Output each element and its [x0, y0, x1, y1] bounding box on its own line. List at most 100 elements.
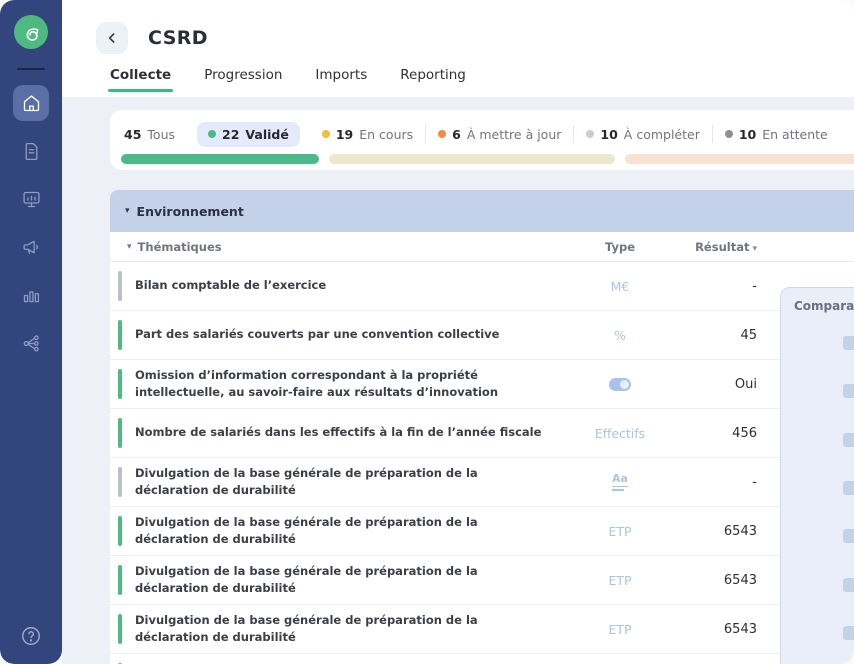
filter-count: 19 [336, 127, 353, 142]
row-title: Nombre de salariés dans les effectifs à … [135, 424, 570, 441]
sidebar [0, 0, 62, 664]
filter-count: 10 [739, 127, 756, 142]
row-type: ETP [570, 524, 670, 539]
aa-underline [612, 489, 624, 491]
status-bar-green [118, 320, 122, 350]
filter-en-cours[interactable]: 19En cours [310, 127, 425, 142]
column-header-resultat[interactable]: Résultat▾ [670, 240, 757, 254]
status-bar-gray [118, 467, 122, 497]
row-result: 6543 [670, 573, 757, 588]
type-label: ETP [608, 524, 631, 539]
placeholder-block [843, 529, 854, 543]
tab-collecte[interactable]: Collecte [110, 67, 171, 92]
filter-en-attente[interactable]: 10En attente [713, 127, 840, 142]
row-result: 45 [670, 328, 757, 343]
tab-imports[interactable]: Imports [315, 67, 367, 92]
filter-label: Tous [147, 127, 175, 142]
row-type: Effectifs [570, 426, 670, 441]
table-header-row: ▾ Thématiques Type Résultat▾ [110, 232, 854, 262]
row-result: 6543 [670, 524, 757, 539]
placeholder-block [843, 481, 854, 495]
column-header-type: Type [570, 240, 670, 254]
progress-segment [625, 154, 854, 164]
tab-progression[interactable]: Progression [204, 67, 282, 92]
table-row[interactable] [110, 654, 854, 664]
statistics-icon [21, 285, 42, 306]
row-title: Omission d’information correspondant à l… [135, 367, 570, 402]
documents-icon [21, 141, 42, 162]
filter-à-mettre-à-jour[interactable]: 6 À mettre à jour [426, 127, 573, 142]
table-row[interactable]: Bilan comptable de l’exerciceM€- [110, 262, 854, 311]
table-row[interactable]: Omission d’information correspondant à l… [110, 360, 854, 409]
back-button[interactable] [96, 22, 128, 54]
type-label: ETP [608, 573, 631, 588]
row-title: Divulgation de la base générale de prépa… [135, 514, 570, 549]
table-row[interactable]: Divulgation de la base générale de prépa… [110, 458, 854, 507]
sort-triangle-icon: ▾ [752, 244, 757, 254]
type-label: % [614, 328, 626, 343]
row-result: - [670, 279, 757, 294]
leaf-spiral-icon [20, 21, 42, 43]
row-result: - [670, 475, 757, 490]
status-bar-green [118, 369, 122, 399]
sidebar-item-dashboard[interactable] [13, 181, 49, 217]
type-label: Effectifs [595, 426, 645, 441]
status-dot [208, 130, 216, 138]
row-type: % [570, 328, 670, 343]
section-environnement[interactable]: ▾ Environnement [110, 190, 854, 232]
filter-à-compléter[interactable]: 10 À compléter [574, 127, 711, 142]
filter-label: À compléter [624, 127, 700, 142]
placeholder-block [843, 384, 854, 398]
tab-reporting[interactable]: Reporting [400, 67, 466, 92]
filter-count: 6 [452, 127, 461, 142]
filter-count: 45 [124, 127, 141, 142]
sidebar-item-home[interactable] [13, 85, 49, 121]
status-dot [438, 130, 446, 138]
row-title: Part des salariés couverts par une conve… [135, 326, 570, 343]
placeholder-block [843, 578, 854, 592]
text-format-icon: Aa [612, 473, 628, 491]
home-icon [21, 93, 42, 114]
app-window: CSRD Collecte Progression Imports Reporting… [0, 0, 854, 664]
placeholder-block [843, 336, 854, 350]
filter-label: Validé [245, 127, 288, 142]
status-bar-green [118, 418, 122, 448]
filter-count: 22 [222, 127, 239, 142]
sidebar-item-documents[interactable] [13, 133, 49, 169]
app-logo[interactable] [14, 15, 48, 49]
status-bar-green [118, 614, 122, 644]
row-type: Aa [570, 473, 670, 491]
table-row[interactable]: Divulgation de la base générale de prépa… [110, 507, 854, 556]
filter-count: 10 [600, 127, 617, 142]
row-title: Divulgation de la base générale de prépa… [135, 563, 570, 598]
column-header-thematiques[interactable]: ▾ Thématiques [110, 240, 570, 254]
status-dot [586, 130, 594, 138]
placeholder-block [843, 626, 854, 640]
sidebar-item-organization[interactable] [13, 325, 49, 361]
collapse-triangle-icon: ▾ [127, 242, 132, 252]
filter-label: À mettre à jour [467, 127, 562, 142]
page-title: CSRD [148, 27, 208, 49]
table-row[interactable]: Divulgation de la base générale de prépa… [110, 605, 854, 654]
status-summary-card: 45 Tous 22 Validé 19En cours 6 À mettre à jour… [110, 110, 854, 170]
table-row[interactable]: Part des salariés couverts par une conve… [110, 311, 854, 360]
help-button[interactable] [13, 618, 49, 654]
filter-validé[interactable]: 22 Validé [197, 122, 300, 147]
table-row[interactable]: Divulgation de la base générale de prépa… [110, 556, 854, 605]
filter-tous[interactable]: 45 Tous [124, 127, 187, 142]
row-result: Oui [670, 377, 757, 392]
tab-bar: Collecte Progression Imports Reporting [110, 67, 854, 92]
row-result: 456 [670, 426, 757, 441]
comparatif-panel: Comparatif [780, 287, 854, 664]
help-icon [20, 625, 42, 647]
row-title: Divulgation de la base générale de prépa… [135, 612, 570, 647]
content-area: 45 Tous 22 Validé 19En cours 6 À mettre à jour… [62, 97, 854, 664]
sidebar-item-statistics[interactable] [13, 277, 49, 313]
progress-segment [121, 154, 319, 164]
sidebar-item-announcements[interactable] [13, 229, 49, 265]
table-row[interactable]: Nombre de salariés dans les effectifs à … [110, 409, 854, 458]
row-type: M€ [570, 279, 670, 294]
thematiques-table: ▾ Thématiques Type Résultat▾ Bilan compt… [110, 232, 854, 664]
comparatif-title: Comparatif [781, 288, 854, 313]
progress-bars [110, 154, 854, 164]
